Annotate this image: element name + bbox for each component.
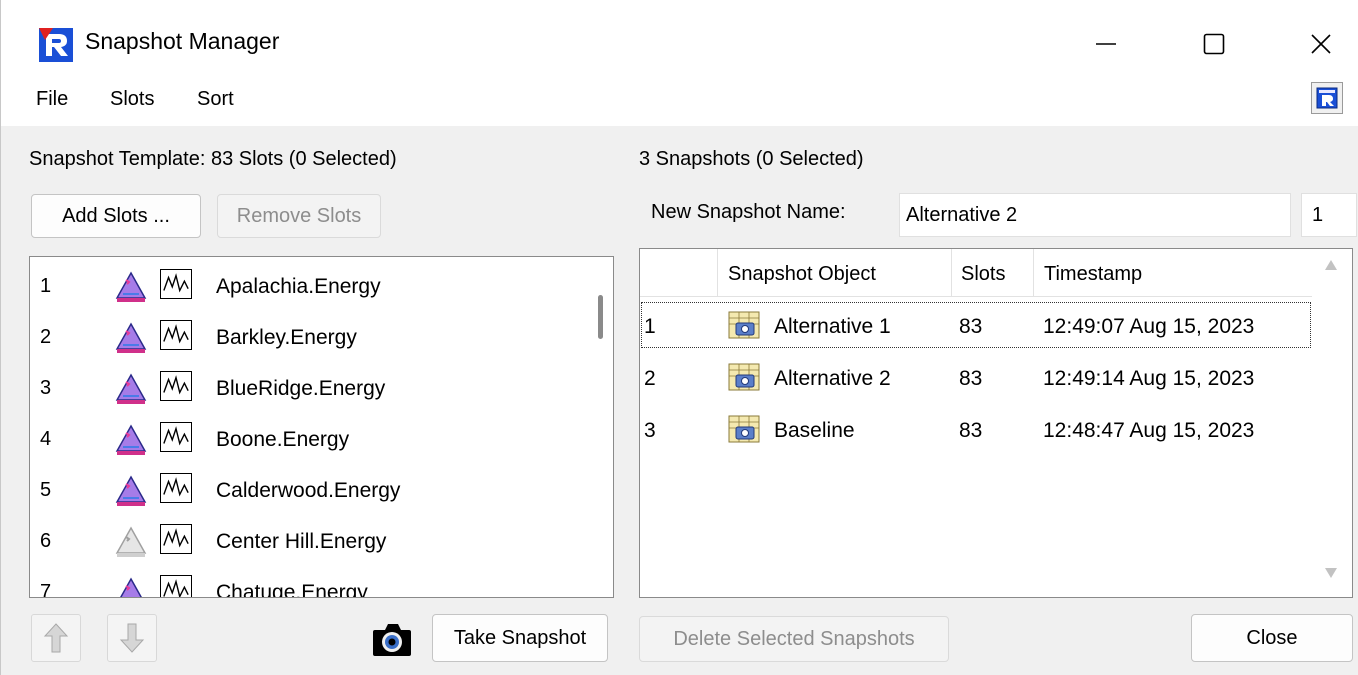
snapshot-name: Baseline [774,419,855,442]
column-header-snapshot-object[interactable]: Snapshot Object [718,249,952,297]
title-bar: Snapshot Manager [1,0,1358,84]
slot-index: 6 [40,530,52,552]
list-item[interactable]: 6 Center Hill.Energy [30,516,575,567]
minimize-icon [1096,43,1116,45]
list-item[interactable]: 2 Barkley.Energy [30,312,575,363]
menu-slots[interactable]: Slots [110,88,154,111]
snapshot-object-icon [728,415,760,443]
graph-icon [160,473,192,503]
move-up-button[interactable] [31,614,81,662]
snapshot-object-icon [728,311,760,339]
delete-selected-snapshots-button[interactable]: Delete Selected Snapshots [639,616,949,662]
slot-index: 1 [40,275,52,297]
slot-index: 7 [40,581,52,598]
list-item[interactable]: 4 Boone.Energy [30,414,575,465]
snapshot-timestamp: 12:49:07 Aug 15, 2023 [1043,315,1255,338]
reservoir-icon [115,475,147,506]
new-snapshot-name-label: New Snapshot Name: [651,201,846,223]
menu-file[interactable]: File [36,88,68,111]
row-index: 3 [644,419,656,442]
snapshots-table[interactable]: Snapshot Object Slots Timestamp 1 Altern… [639,248,1353,598]
graph-icon [160,269,192,299]
list-item[interactable]: 1 Apalachia.Energy [30,261,575,312]
snapshot-object-icon [728,363,760,391]
column-header-timestamp[interactable]: Timestamp [1034,249,1312,297]
row-index: 2 [644,367,656,390]
reservoir-disabled-icon [115,526,147,557]
menu-bar: File Slots Sort [1,78,1358,122]
graph-icon [160,320,192,350]
new-snapshot-name-input[interactable]: Alternative 2 [899,193,1291,237]
slot-index: 5 [40,479,52,501]
slot-name: Chatuge.Energy [216,581,368,598]
table-row[interactable]: 2 Alternative 2 83 12:49:14 Aug 15, 2023 [640,353,1312,401]
help-button[interactable] [1311,82,1343,114]
close-button[interactable]: Close [1191,614,1353,662]
new-snapshot-name-value: Alternative 2 [906,204,1018,226]
snapshots-scrollbar[interactable] [1312,249,1352,597]
reservoir-icon [115,271,147,302]
camera-icon [373,624,411,656]
snapshot-name: Alternative 1 [774,315,891,338]
scrollbar-thumb[interactable] [598,295,603,339]
slot-name: Barkley.Energy [216,326,357,349]
slot-name: Center Hill.Energy [216,530,387,553]
reservoir-icon [120,577,142,597]
reservoir-icon [115,373,147,404]
add-slots-button[interactable]: Add Slots ... [31,194,201,238]
list-item[interactable]: 7 Chatuge.Energy [30,567,575,598]
column-header-index[interactable] [640,249,718,297]
arrow-down-icon [119,623,145,653]
slot-name: BlueRidge.Energy [216,377,386,400]
graph-icon [160,371,192,401]
snapshot-name: Alternative 2 [774,367,891,390]
take-snapshot-button[interactable]: Take Snapshot [432,614,608,662]
snapshot-counter-value: 1 [1312,204,1324,226]
graph-icon [160,422,192,452]
slot-name: Calderwood.Energy [216,479,401,502]
maximize-button[interactable] [1184,20,1244,68]
maximize-icon [1203,33,1225,55]
snapshot-timestamp: 12:49:14 Aug 15, 2023 [1043,367,1255,390]
graph-icon [160,524,192,554]
slot-index: 2 [40,326,52,348]
riverware-help-icon [1316,87,1338,109]
slot-index: 3 [40,377,52,399]
remove-slots-button[interactable]: Remove Slots [217,194,381,238]
graph-icon [160,575,192,597]
template-label: Snapshot Template: 83 Slots (0 Selected) [29,148,397,170]
table-header: Snapshot Object Slots Timestamp [640,249,1312,297]
table-row[interactable]: 1 Alternative 1 83 12:49:07 Aug 15, 2023 [640,301,1312,349]
snapshot-slots: 83 [959,315,983,338]
close-window-button[interactable] [1291,20,1351,68]
close-icon [1311,34,1331,54]
list-item[interactable]: 5 Calderwood.Energy [30,465,575,516]
table-row[interactable]: 3 Baseline 83 12:48:47 Aug 15, 2023 [640,405,1312,453]
reservoir-icon [115,322,147,353]
scroll-down-icon[interactable] [1324,567,1338,579]
riverware-logo-icon [39,28,73,62]
window-title: Snapshot Manager [85,28,280,54]
snapshot-slots: 83 [959,419,983,442]
reservoir-icon [115,424,147,455]
list-item[interactable]: 3 BlueRidge.Energy [30,363,575,414]
slot-name: Apalachia.Energy [216,275,381,298]
slot-name: Boone.Energy [216,428,350,451]
slot-list[interactable]: 1 Apalachia.Energy 2 Barkley.Energy 3 Bl… [29,256,614,598]
slot-list-scrollbar[interactable] [588,257,613,597]
snapshot-timestamp: 12:48:47 Aug 15, 2023 [1043,419,1255,442]
column-header-slots[interactable]: Slots [952,249,1034,297]
snapshot-counter-input[interactable]: 1 [1301,193,1357,237]
minimize-button[interactable] [1076,20,1136,68]
arrow-up-icon [43,623,69,653]
menu-sort[interactable]: Sort [197,88,234,111]
snapshot-manager-window: Snapshot Manager File Slots Sort Snapsho… [0,0,1358,675]
row-index: 1 [644,315,656,338]
snapshot-slots: 83 [959,367,983,390]
scroll-up-icon[interactable] [1324,259,1338,271]
move-down-button[interactable] [107,614,157,662]
snapshots-count-label: 3 Snapshots (0 Selected) [639,148,864,170]
slot-index: 4 [40,428,52,450]
